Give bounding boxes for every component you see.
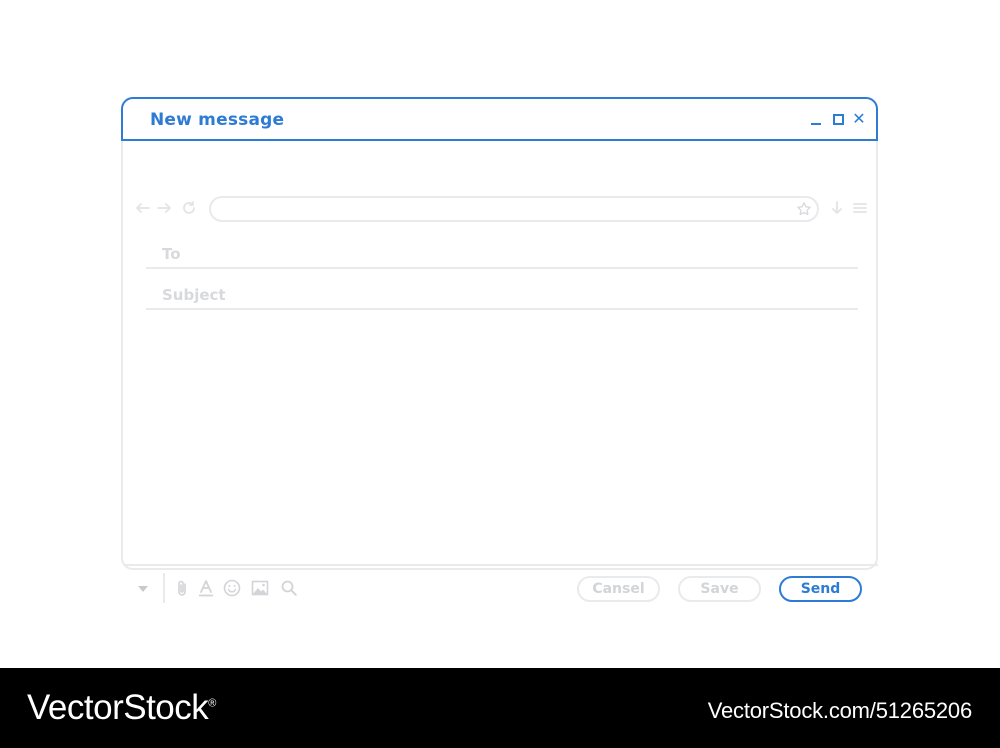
toolbar-divider [125, 564, 878, 566]
attach-icon[interactable] [174, 579, 192, 597]
emoji-icon[interactable] [223, 579, 241, 597]
send-button[interactable]: Send [779, 576, 862, 602]
forward-arrow-icon[interactable] [156, 200, 172, 216]
refresh-icon[interactable] [181, 200, 197, 216]
minimize-icon[interactable] [808, 111, 824, 127]
brand-url: VectorStock.com/51265206 [707, 698, 972, 723]
navigation-bar [123, 191, 880, 227]
maximize-icon[interactable] [830, 111, 846, 127]
toolbar-separator [163, 573, 165, 603]
menu-icon[interactable] [852, 200, 868, 216]
brand-name: VectorStock [27, 688, 209, 727]
download-icon[interactable] [829, 200, 845, 216]
to-label: To [162, 245, 181, 263]
subject-field[interactable]: Subject [146, 274, 858, 310]
watermark-footer: VectorStock® VectorStock.com/51265206 [0, 668, 1000, 748]
close-icon[interactable]: ✕ [851, 111, 867, 127]
search-icon[interactable] [280, 579, 298, 597]
message-body[interactable] [125, 314, 878, 564]
window-title: New message [150, 110, 285, 130]
save-button[interactable]: Save [678, 576, 761, 602]
compose-window: To Subject Cansel Save Send New message … [121, 97, 880, 603]
brand-logo: VectorStock® [27, 688, 216, 728]
back-arrow-icon[interactable] [135, 200, 151, 216]
title-bar: New message ✕ [121, 97, 878, 141]
cancel-button[interactable]: Cansel [577, 576, 660, 602]
registered-mark: ® [208, 697, 216, 710]
address-bar[interactable] [209, 196, 819, 222]
star-icon[interactable] [796, 201, 812, 217]
text-format-icon[interactable] [197, 579, 215, 597]
image-icon[interactable] [251, 579, 269, 597]
window-frame: To Subject Cansel Save Send [121, 139, 880, 603]
dropdown-icon[interactable] [135, 580, 151, 596]
to-field[interactable]: To [146, 233, 858, 269]
subject-label: Subject [162, 286, 226, 304]
